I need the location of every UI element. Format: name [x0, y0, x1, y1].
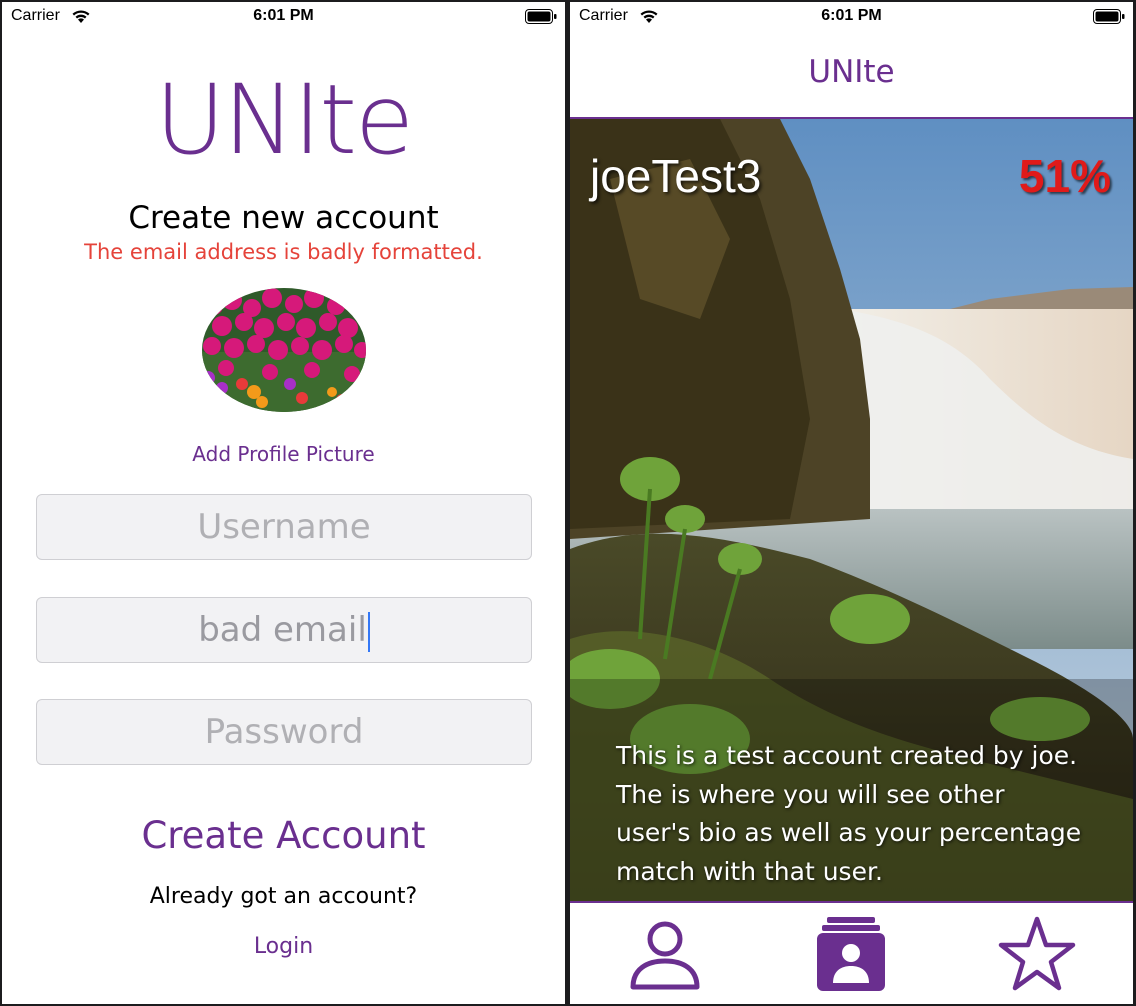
email-value: bad email — [198, 610, 367, 650]
app-logo: UNIte — [154, 64, 414, 176]
already-account-label: Already got an account? — [149, 884, 418, 909]
flower-photo — [202, 288, 366, 412]
username-placeholder: Username — [197, 507, 371, 547]
add-profile-picture-button[interactable]: Add Profile Picture — [2, 442, 565, 466]
signup-screen: Carrier 6:01 PM UNIte Create new account… — [2, 2, 565, 1004]
person-icon[interactable] — [625, 913, 705, 993]
email-field[interactable]: bad email — [36, 597, 532, 663]
clock: 6:01 PM — [253, 7, 314, 24]
status-bar: Carrier 6:01 PM — [570, 2, 1133, 32]
clock: 6:01 PM — [821, 7, 882, 24]
create-account-button[interactable]: Create Account — [2, 814, 565, 857]
battery-icon — [1093, 9, 1125, 24]
match-username: joeTest3 — [590, 150, 762, 202]
username-field[interactable]: Username — [36, 494, 532, 560]
match-bio: This is a test account created by joe. T… — [616, 741, 1082, 886]
tab-bar — [570, 905, 1133, 1004]
nav-title: UNIte — [808, 54, 895, 90]
match-screen: Carrier 6:01 PM UNIte joeTest3 51% This … — [570, 2, 1133, 1004]
star-icon[interactable] — [997, 913, 1077, 993]
battery-icon — [525, 9, 557, 24]
page-title: Create new account — [128, 200, 439, 236]
text-cursor — [367, 611, 370, 652]
profile-picture[interactable] — [202, 288, 366, 412]
login-link[interactable]: Login — [2, 934, 565, 959]
match-card[interactable]: joeTest3 51% This is a test account crea… — [570, 117, 1133, 903]
status-bar: Carrier 6:01 PM — [2, 2, 565, 32]
password-placeholder: Password — [204, 712, 364, 752]
match-percentage: 51% — [1018, 150, 1111, 202]
password-field[interactable]: Password — [36, 699, 532, 765]
contact-cards-icon[interactable] — [811, 913, 891, 993]
error-message: The email address is badly formatted. — [84, 240, 483, 264]
